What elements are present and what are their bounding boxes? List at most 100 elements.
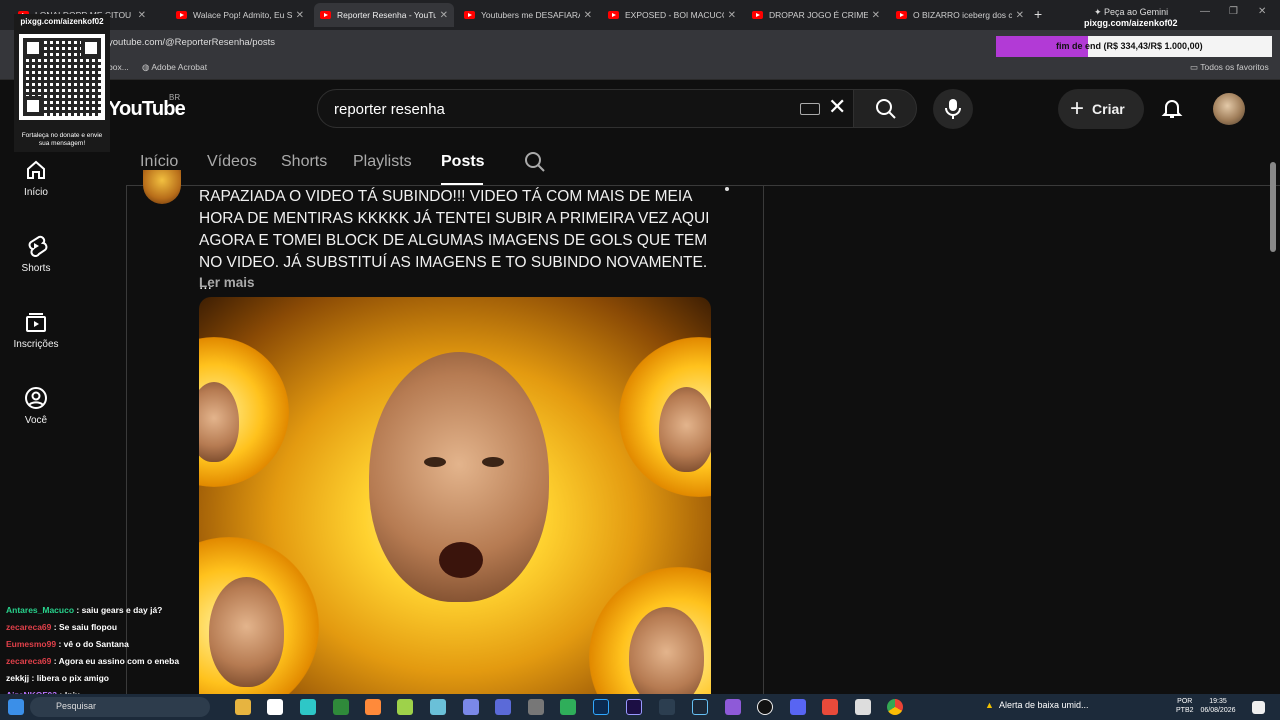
browser-tab[interactable]: DROPAR JOGO É CRIME ? ✕ <box>746 3 886 27</box>
active-tab-indicator <box>441 183 483 185</box>
goal-handle: pixgg.com/aizenkof02 <box>1084 18 1178 28</box>
tab-home[interactable]: Início <box>140 153 178 171</box>
search-value: reporter resenha <box>334 101 445 118</box>
close-tab-icon[interactable]: ✕ <box>440 10 448 21</box>
minimize-icon[interactable]: — <box>1200 6 1210 17</box>
app-icon[interactable] <box>463 699 479 715</box>
clock[interactable]: 19:35 06/08/2026 <box>1200 697 1236 715</box>
notifications-bell-icon[interactable] <box>1160 96 1184 120</box>
app-icon[interactable] <box>397 699 413 715</box>
donation-qr-overlay: pixgg.com/aizenkof02 Fortaleça no donate… <box>14 14 110 152</box>
eye <box>424 457 446 467</box>
all-favorites[interactable]: ▭ Todos os favoritos <box>1190 62 1269 73</box>
post-menu-icon[interactable] <box>725 187 729 191</box>
keyboard-icon[interactable] <box>800 103 820 115</box>
chat-username: Eumesmo99 <box>6 639 57 649</box>
screen: LONALDOPR ME CITOU N✕ Walace Pop! Admito… <box>0 0 1280 720</box>
app-icon[interactable] <box>333 699 349 715</box>
eye <box>482 457 504 467</box>
chat-username: zecareca69 <box>6 622 52 632</box>
mouth <box>439 542 483 578</box>
app-icon[interactable] <box>267 699 283 715</box>
photoshop-icon[interactable] <box>593 699 609 715</box>
guide-item-home[interactable]: Início <box>0 158 72 198</box>
qr-code <box>19 34 105 120</box>
tab-playlists[interactable]: Playlists <box>353 153 412 171</box>
app-icon[interactable] <box>495 699 511 715</box>
subscriptions-icon <box>26 313 46 332</box>
tab-videos[interactable]: Vídeos <box>207 153 257 171</box>
close-tab-icon[interactable]: ✕ <box>584 10 592 21</box>
voice-search-button[interactable] <box>933 89 973 129</box>
tab-posts[interactable]: Posts <box>441 153 485 171</box>
warning-icon: ▲ <box>985 700 994 710</box>
close-tab-icon[interactable]: ✕ <box>1016 10 1024 21</box>
folder-icon: ▭ <box>1190 62 1199 72</box>
shorts-icon <box>28 235 48 257</box>
home-icon <box>27 160 45 179</box>
bookmarks-bar: box... ◍ Adobe Acrobat ▭ Todos os favori… <box>0 57 1280 80</box>
obs-icon[interactable] <box>757 699 773 715</box>
premiere-icon[interactable] <box>626 699 642 715</box>
bookmark-item[interactable]: box... <box>108 62 129 72</box>
app-icon[interactable] <box>560 699 576 715</box>
taskbar-search[interactable]: Pesquisar <box>30 697 210 717</box>
channel-avatar[interactable] <box>143 170 181 204</box>
post-image[interactable] <box>199 297 711 697</box>
create-button[interactable]: + Criar <box>1058 89 1144 129</box>
channel-search-icon[interactable] <box>523 150 547 174</box>
start-icon[interactable] <box>8 699 24 715</box>
clear-search-icon[interactable]: ✕ <box>828 96 846 118</box>
app-icon[interactable] <box>300 699 316 715</box>
notification-center-icon[interactable] <box>1252 701 1265 714</box>
qr-handle: pixgg.com/aizenkof02 <box>20 17 104 26</box>
search-input[interactable]: reporter resenha ✕ <box>317 89 854 128</box>
scrollbar-thumb[interactable] <box>1270 162 1276 252</box>
bookmark-adobe-acrobat[interactable]: ◍ Adobe Acrobat <box>142 62 207 73</box>
weather-alert[interactable]: ▲ Alerta de baixa umid... <box>985 700 1089 710</box>
search-icon <box>876 99 896 119</box>
chat-text: : Se saiu flopou <box>51 622 118 632</box>
tab-shorts[interactable]: Shorts <box>281 153 327 171</box>
guide-item-shorts[interactable]: Shorts <box>0 234 72 274</box>
youtube-favicon-icon <box>464 11 475 19</box>
country-code: BR <box>169 93 181 102</box>
youtube-favicon-icon <box>752 11 763 19</box>
guide-item-subscriptions[interactable]: Inscrições <box>0 310 72 350</box>
browser-tab[interactable]: Youtubers me DESAFIARAM✕ <box>458 3 598 27</box>
browser-tab[interactable]: O BIZARRO iceberg dos co ✕ <box>890 3 1030 27</box>
app-icon[interactable] <box>430 699 446 715</box>
app-icon[interactable] <box>528 699 544 715</box>
windows-taskbar: Pesquisar ▲ Alerta de baixa umid... POR P… <box>0 694 1280 720</box>
app-icon[interactable] <box>365 699 381 715</box>
file-explorer-icon[interactable] <box>235 699 251 715</box>
chrome-icon[interactable] <box>887 699 903 715</box>
browser-tab[interactable]: Walace Pop! Admito, Eu Sei ✕ <box>170 3 310 27</box>
app-icon[interactable] <box>822 699 838 715</box>
sun-face <box>629 607 704 697</box>
maximize-icon[interactable]: ❐ <box>1229 6 1238 17</box>
guide-item-you[interactable]: Você <box>0 386 72 426</box>
language-indicator[interactable]: POR PTB2 <box>1176 697 1194 715</box>
account-avatar[interactable] <box>1213 93 1245 125</box>
read-more-link[interactable]: Ler mais <box>199 275 255 290</box>
search-button[interactable] <box>853 89 917 128</box>
mic-icon <box>945 99 961 119</box>
discord-icon[interactable] <box>790 699 806 715</box>
gemini-button[interactable]: ✦ Peça ao Gemini <box>1094 7 1168 18</box>
close-tab-icon[interactable]: ✕ <box>872 10 880 21</box>
app-icon[interactable] <box>659 699 675 715</box>
url-text[interactable]: youtube.com/@ReporterResenha/posts <box>108 37 275 48</box>
chat-text: : libera o pix amigo <box>29 673 109 683</box>
close-tab-icon[interactable]: ✕ <box>138 10 146 21</box>
app-icon[interactable] <box>725 699 741 715</box>
new-tab-button[interactable]: + <box>1034 6 1042 22</box>
close-tab-icon[interactable]: ✕ <box>296 10 304 21</box>
browser-tab-active[interactable]: Reporter Resenha - YouTube✕ <box>314 3 454 27</box>
app-icon[interactable] <box>855 699 871 715</box>
browser-tab[interactable]: EXPOSED - BOI MACUCO ✕ <box>602 3 742 27</box>
steam-icon[interactable] <box>692 699 708 715</box>
close-window-icon[interactable]: ✕ <box>1258 6 1266 17</box>
chat-text: : vê o do Santana <box>56 639 129 649</box>
close-tab-icon[interactable]: ✕ <box>728 10 736 21</box>
